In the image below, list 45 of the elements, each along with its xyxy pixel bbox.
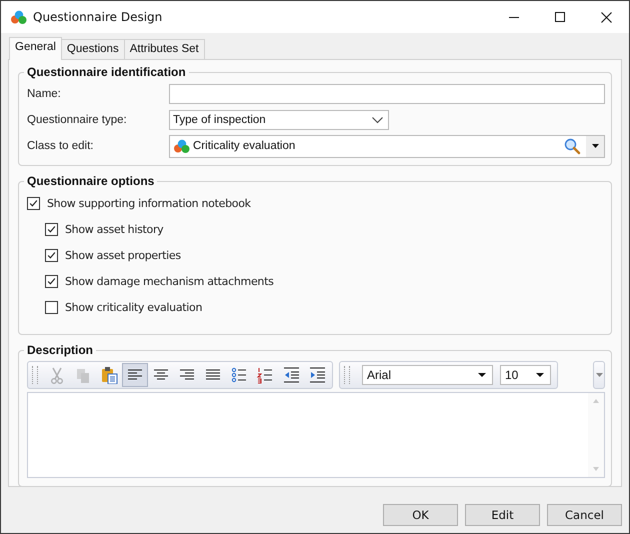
- name-field[interactable]: [169, 84, 605, 104]
- dialog-button[interactable]: OK: [383, 504, 458, 526]
- group-title: Description: [26, 343, 94, 357]
- checkbox-label[interactable]: Show asset properties: [65, 248, 181, 262]
- class-field[interactable]: Criticality evaluation: [169, 134, 605, 158]
- search-icon[interactable]: [564, 138, 581, 154]
- window-title: Questionnaire Design: [33, 10, 164, 24]
- align-left-button[interactable]: [122, 363, 148, 387]
- chevron-icon: [372, 116, 383, 124]
- caret-icon: [536, 373, 544, 377]
- checkbox[interactable]: [45, 300, 58, 314]
- overflow-button[interactable]: [593, 361, 605, 389]
- class-icon: [173, 138, 190, 154]
- type-dropdown[interactable]: Type of inspection: [169, 110, 389, 130]
- caret-icon: [596, 373, 602, 377]
- tab[interactable]: General: [9, 37, 62, 60]
- checkbox[interactable]: [45, 274, 58, 288]
- scissors-icon: [48, 366, 66, 384]
- clipboard-icon: [100, 366, 118, 384]
- checkbox-label[interactable]: Show supporting information notebook: [47, 196, 251, 210]
- copy-icon: [74, 366, 92, 384]
- caret-icon: [478, 373, 486, 377]
- checkbox[interactable]: [45, 248, 58, 262]
- size-dropdown[interactable]: 10: [500, 365, 551, 385]
- field-label: Class to edit:: [27, 140, 94, 152]
- field-label: Questionnaire type:: [27, 114, 128, 126]
- bullet-list-icon: [230, 366, 248, 384]
- app-icon: [10, 10, 27, 24]
- tab[interactable]: Attributes Set: [124, 39, 205, 59]
- checkbox-label[interactable]: Show asset history: [65, 222, 164, 236]
- checkbox-label[interactable]: Show criticality evaluation: [65, 300, 202, 314]
- font-dropdown[interactable]: Arial: [362, 365, 493, 385]
- checkbox-label[interactable]: Show damage mechanism attachments: [65, 274, 274, 288]
- dropdown-button[interactable]: [586, 136, 604, 156]
- checkbox[interactable]: [27, 196, 40, 210]
- group-title: Questionnaire options: [26, 174, 156, 188]
- indent-icon: [308, 366, 326, 384]
- dialog-button[interactable]: Cancel: [547, 504, 622, 526]
- numbered-list-icon: [256, 366, 274, 384]
- caret-icon: [592, 144, 598, 148]
- dialog-button[interactable]: Edit: [465, 504, 540, 526]
- field-label: Name:: [27, 88, 62, 100]
- checkbox[interactable]: [45, 222, 58, 236]
- outdent-icon: [282, 366, 300, 384]
- group-title: Questionnaire identification: [26, 65, 187, 79]
